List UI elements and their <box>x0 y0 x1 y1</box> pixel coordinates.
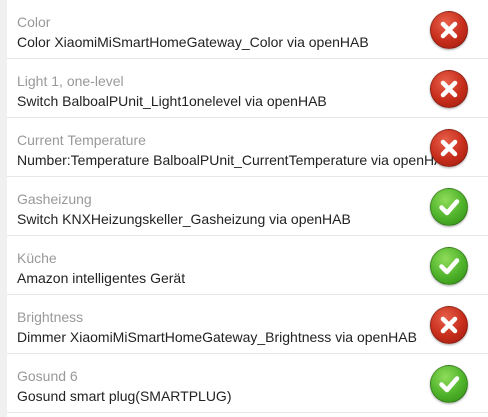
error-status-icon <box>430 129 468 167</box>
error-status-icon <box>430 70 468 108</box>
device-row-gosund-6[interactable]: Gosund 6 Gosund smart plug(SMARTPLUG) <box>7 354 488 413</box>
device-row-gasheizung[interactable]: Gasheizung Switch KNXHeizungskeller_Gash… <box>7 177 488 236</box>
device-row-color[interactable]: Color Color XiaomiMiSmartHomeGateway_Col… <box>7 0 488 59</box>
device-title: Küche <box>17 250 57 266</box>
device-description: Dimmer XiaomiMiSmartHomeGateway_Brightne… <box>17 329 417 345</box>
device-row-current-temperature[interactable]: Current Temperature Number:Temperature B… <box>7 118 488 177</box>
left-gutter <box>0 0 7 417</box>
check-icon <box>439 376 460 393</box>
check-icon <box>439 199 460 216</box>
device-description: Gosund smart plug(SMARTPLUG) <box>17 388 232 404</box>
device-description: Switch KNXHeizungskeller_Gasheizung via … <box>17 211 351 227</box>
device-title: Current Temperature <box>17 132 146 148</box>
device-title: Brightness <box>17 309 84 325</box>
device-row-brightness[interactable]: Brightness Dimmer XiaomiMiSmartHomeGatew… <box>7 295 488 354</box>
device-description: Amazon intelligentes Gerät <box>17 270 186 286</box>
ok-status-icon <box>430 247 468 285</box>
x-icon <box>440 21 458 39</box>
device-title: Color <box>17 14 51 30</box>
ok-status-icon <box>430 188 468 226</box>
device-row-kueche[interactable]: Küche Amazon intelligentes Gerät <box>7 236 488 295</box>
device-description: Color XiaomiMiSmartHomeGateway_Color via… <box>17 34 369 50</box>
x-icon <box>440 139 458 157</box>
check-icon <box>439 258 460 275</box>
ok-status-icon <box>430 365 468 403</box>
error-status-icon <box>430 11 468 49</box>
device-title: Gasheizung <box>17 191 92 207</box>
device-title: Gosund 6 <box>17 368 78 384</box>
device-description: Number:Temperature BalboalPUnit_CurrentT… <box>17 152 453 168</box>
x-icon <box>440 316 458 334</box>
x-icon <box>440 80 458 98</box>
device-list: Color Color XiaomiMiSmartHomeGateway_Col… <box>7 0 488 417</box>
device-title: Light 1, one-level <box>17 73 124 89</box>
error-status-icon <box>430 306 468 344</box>
device-row-light-1[interactable]: Light 1, one-level Switch BalboalPUnit_L… <box>7 59 488 118</box>
device-description: Switch BalboalPUnit_Light1onelevel via o… <box>17 93 327 109</box>
